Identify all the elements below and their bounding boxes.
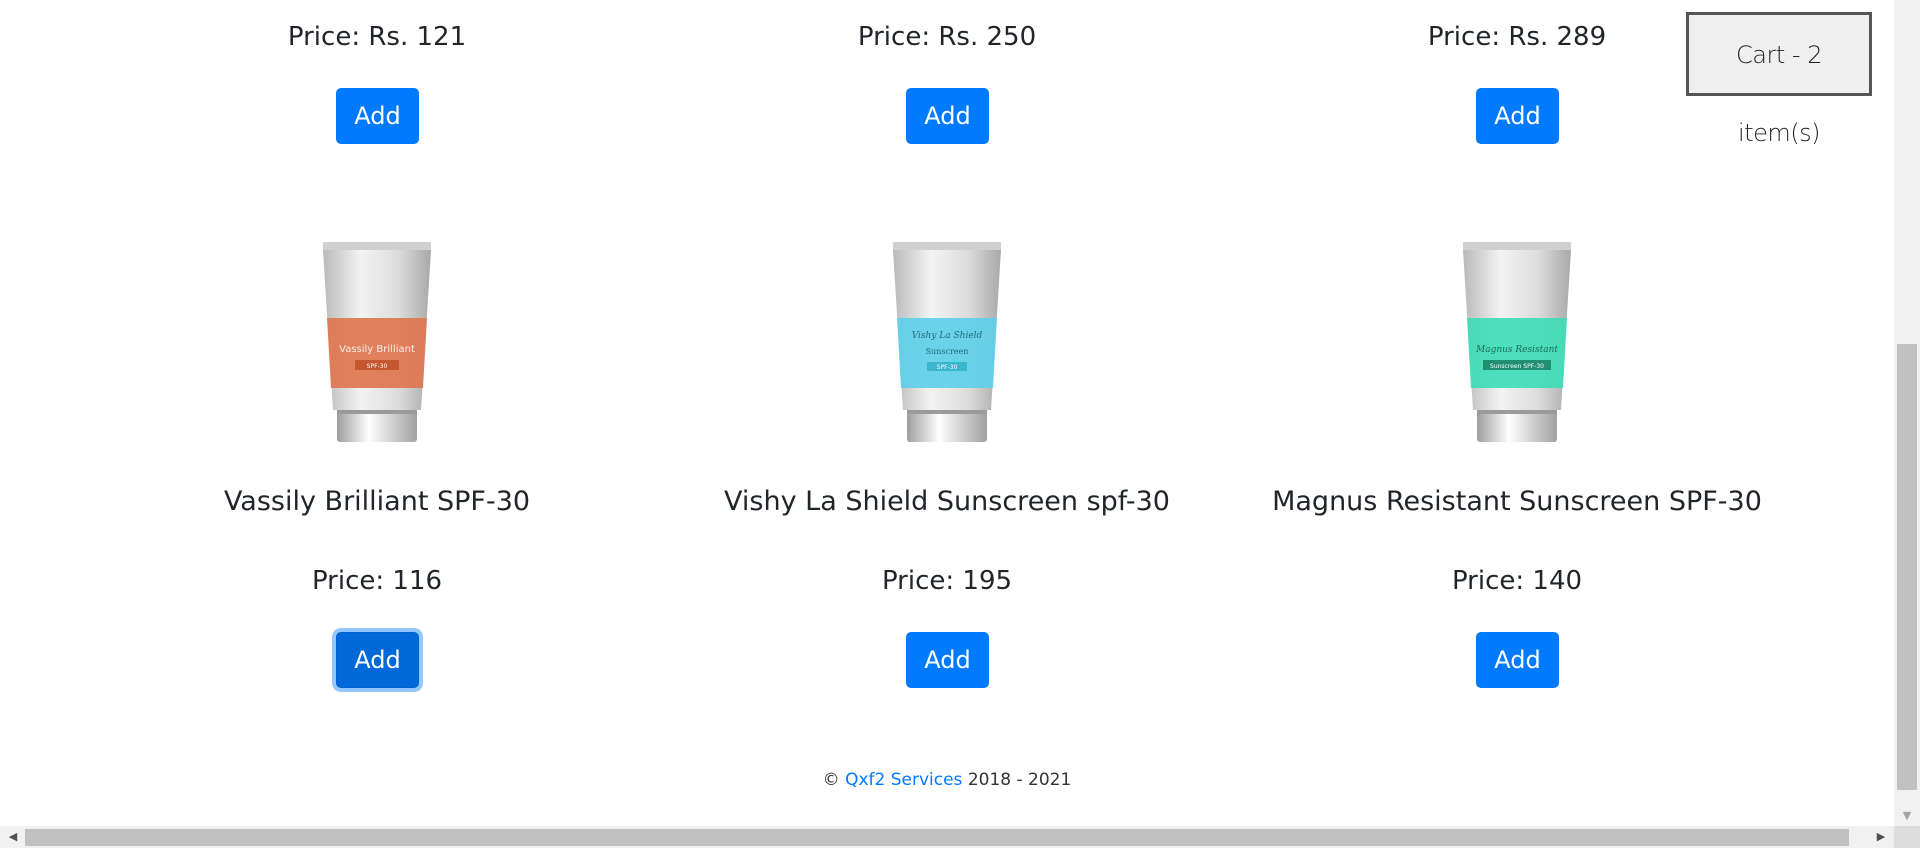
product-card-3: Magnus Resistant Sunscreen SPF-30 Magnus…	[1237, 230, 1797, 700]
horizontal-scrollbar[interactable]: ◀ ▶	[0, 826, 1894, 848]
cart-button[interactable]: Cart - 2 item(s)	[1686, 12, 1872, 147]
add-button[interactable]: Add	[1476, 632, 1559, 688]
vertical-scrollbar[interactable]: ▼	[1894, 0, 1920, 826]
tube-label-text: Vishy La Shield	[912, 331, 983, 341]
scroll-left-arrow-icon[interactable]: ◀	[2, 826, 24, 848]
page-viewport: Price: Rs. 121 Add Price: Rs. 250 Add Pr…	[0, 0, 1894, 826]
copyright-symbol: ©	[822, 770, 840, 790]
product-price: Price: Rs. 121	[287, 22, 467, 52]
add-button[interactable]: Add	[906, 632, 989, 688]
tube-badge-text: Sunscreen SPF-30	[1490, 363, 1544, 370]
tube-label-subtext: Sunscreen	[926, 347, 969, 356]
scrollbar-corner	[1894, 826, 1920, 848]
product-card-top-1: Price: Rs. 121 Add	[97, 0, 657, 150]
product-card-2: Vishy La Shield Sunscreen SPF-30 Vishy L…	[667, 230, 1227, 700]
product-name: Magnus Resistant Sunscreen SPF-30	[1272, 486, 1762, 517]
product-price: Price: 140	[1451, 566, 1583, 596]
product-name: Vassily Brilliant SPF-30	[223, 486, 531, 517]
product-price: Price: Rs. 250	[857, 22, 1037, 52]
sunscreen-tube-green-icon: Magnus Resistant Sunscreen SPF-30	[1463, 242, 1571, 442]
sunscreen-tube-blue-icon: Vishy La Shield Sunscreen SPF-30	[893, 242, 1001, 442]
vertical-scrollbar-thumb[interactable]	[1897, 344, 1917, 790]
product-card-1: Vassily Brilliant SPF-30 Vassily Brillia…	[97, 230, 657, 700]
add-button[interactable]: Add	[906, 88, 989, 144]
qxf2-services-link[interactable]: Qxf2 Services	[845, 770, 962, 790]
add-button[interactable]: Add	[336, 88, 419, 144]
tube-badge-text: SPF-30	[937, 364, 958, 371]
horizontal-scrollbar-thumb[interactable]	[25, 829, 1849, 846]
footer: © Qxf2 Services 2018 - 2021	[0, 770, 1894, 790]
add-button[interactable]: Add	[1476, 88, 1559, 144]
footer-years: 2018 - 2021	[967, 770, 1072, 790]
tube-label-text: Magnus Resistant	[1475, 345, 1558, 355]
sunscreen-tube-orange-icon: Vassily Brilliant SPF-30	[323, 242, 431, 442]
tube-badge-text: SPF-30	[367, 363, 388, 370]
product-name: Vishy La Shield Sunscreen spf-30	[724, 486, 1170, 517]
tube-label-text: Vassily Brilliant	[339, 344, 415, 355]
product-card-top-2: Price: Rs. 250 Add	[667, 0, 1227, 150]
product-price: Price: 195	[881, 566, 1013, 596]
scroll-down-arrow-icon[interactable]: ▼	[1894, 806, 1920, 826]
add-button[interactable]: Add	[336, 632, 419, 688]
scroll-right-arrow-icon[interactable]: ▶	[1870, 826, 1892, 848]
product-price: Price: 116	[311, 566, 443, 596]
